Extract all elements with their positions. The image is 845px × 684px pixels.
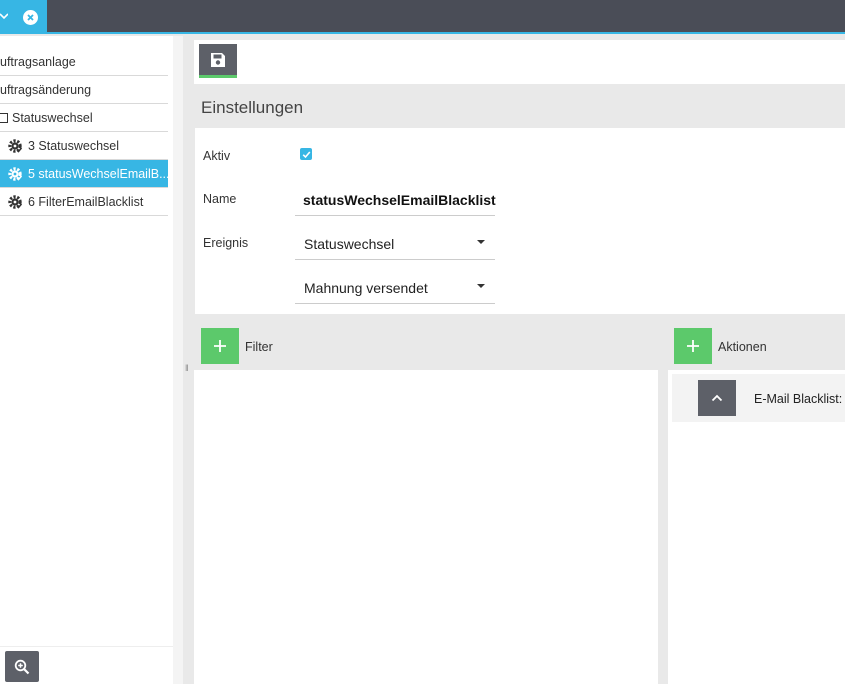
chevron-up-icon: [711, 394, 723, 402]
aktionen-panel: E-Mail Blacklist: D: [668, 370, 845, 684]
collapse-button[interactable]: [698, 380, 736, 416]
dropdown-caret-icon: [477, 284, 485, 288]
tree-item-statuswechsel-folder[interactable]: Statuswechsel: [0, 104, 168, 132]
tree-item-label: Statuswechsel: [12, 111, 93, 125]
tree-item-label: 6 FilterEmailBlacklist: [28, 194, 144, 209]
tree-item-label: uftragsanlage: [0, 55, 76, 69]
toolbar: [194, 40, 845, 84]
ereignis-sub-value: Mahnung versendet: [304, 280, 428, 296]
sidebar-scroll-area: [173, 36, 183, 684]
aktionen-title: Aktionen: [718, 340, 767, 354]
section-title-settings: Einstellungen: [201, 98, 304, 117]
tree-item-6-filteremailblacklist[interactable]: 6 FilterEmailBlacklist: [0, 188, 168, 216]
ereignis-label: Ereignis: [203, 236, 249, 250]
name-label: Name: [203, 192, 237, 206]
floppy-disk-icon: [211, 52, 225, 67]
tree-item-3-statuswechsel[interactable]: 3 Statuswechsel: [0, 132, 168, 160]
tree-item-auftragsanlage[interactable]: uftragsanlage: [0, 48, 168, 76]
sidebar: uftragsanlage uftragsänderung Statuswech…: [0, 36, 183, 684]
action-item-label: E-Mail Blacklist: D: [754, 392, 845, 406]
ereignis-sub-select[interactable]: Mahnung versendet: [295, 268, 495, 304]
tree-item-label: 3 Statuswechsel: [28, 138, 120, 153]
save-button[interactable]: [199, 44, 237, 78]
zoom-in-icon: [14, 659, 30, 674]
settings-form: Aktiv Name statusWechselEmailBlacklist E…: [195, 128, 845, 314]
name-value: statusWechselEmailBlacklist: [303, 192, 496, 208]
ereignis-value: Statuswechsel: [304, 236, 395, 252]
plus-icon: [214, 340, 226, 352]
chevron-down-icon[interactable]: [0, 12, 8, 20]
main-content: Einstellungen Aktiv Name statusWechselEm…: [189, 36, 845, 684]
ereignis-select[interactable]: Statuswechsel: [295, 224, 495, 260]
plus-icon: [687, 340, 699, 352]
zoom-in-button[interactable]: [5, 651, 39, 682]
check-icon: [302, 150, 310, 158]
name-field[interactable]: statusWechselEmailBlacklist: [295, 180, 496, 216]
gear-icon: [8, 166, 23, 181]
add-action-button[interactable]: [674, 328, 712, 364]
sidebar-footer: [0, 646, 173, 684]
action-item[interactable]: E-Mail Blacklist: D: [672, 374, 845, 422]
aktiv-label: Aktiv: [203, 149, 231, 163]
dropdown-caret-icon: [477, 240, 485, 244]
gear-icon: [8, 138, 23, 153]
add-filter-button[interactable]: [201, 328, 239, 364]
filter-title: Filter: [245, 340, 273, 354]
active-tab[interactable]: [0, 0, 47, 34]
close-circle-icon[interactable]: [23, 10, 38, 25]
top-bar: [0, 0, 845, 34]
aktiv-checkbox[interactable]: [300, 148, 312, 160]
tree-item-auftragsaenderung[interactable]: uftragsänderung: [0, 76, 168, 104]
tree: uftragsanlage uftragsänderung Statuswech…: [0, 48, 168, 216]
filter-panel: [194, 370, 658, 684]
tree-item-label: 5 statusWechselEmailB...: [28, 166, 168, 181]
tree-item-label: uftragsänderung: [0, 83, 92, 97]
folder-icon: [0, 113, 8, 123]
tree-item-5-statuswechselemail[interactable]: 5 statusWechselEmailB...: [0, 160, 168, 188]
gear-icon: [8, 194, 23, 209]
